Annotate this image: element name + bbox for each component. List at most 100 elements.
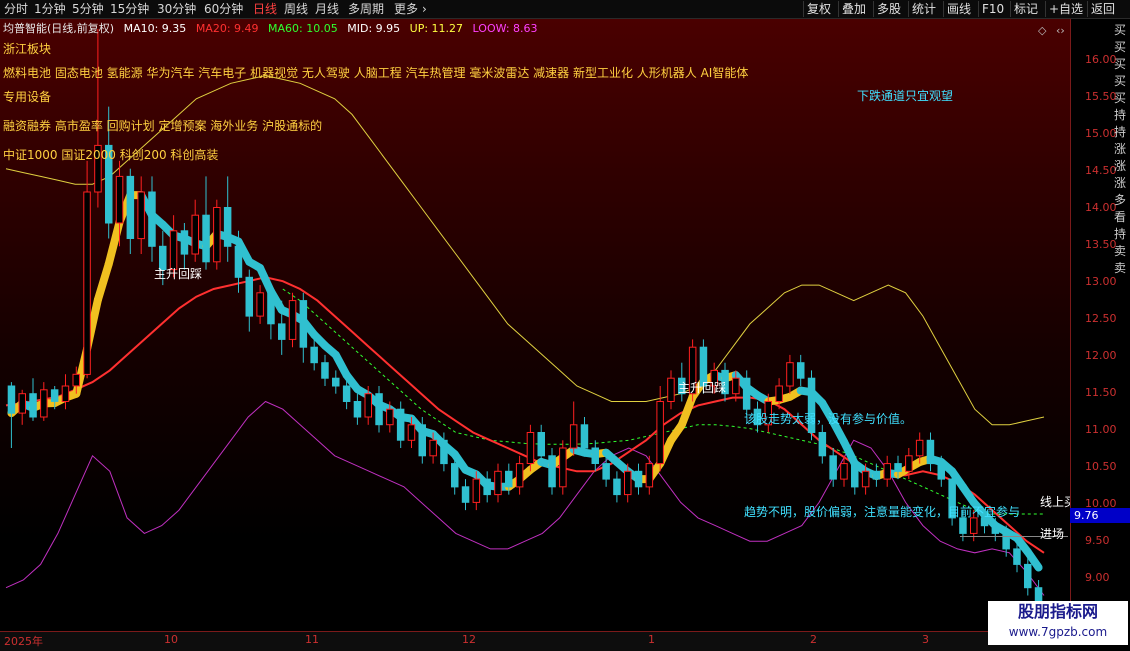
candle-down xyxy=(1014,549,1021,565)
multi-stock-button[interactable]: 多股 xyxy=(873,1,904,17)
candle-down xyxy=(938,464,945,480)
candle-down xyxy=(397,409,404,440)
candle-down xyxy=(614,479,621,495)
candle-down xyxy=(127,176,134,238)
period-multi[interactable]: 多周期 xyxy=(348,1,384,17)
kline-chart[interactable] xyxy=(0,19,1070,631)
trend-ribbon-segment xyxy=(682,397,693,425)
mark-button[interactable]: 标记 xyxy=(1010,1,1041,17)
concept-tags-3: 融资融券 高市盈率 回购计划 定增预案 海外业务 沪股通标的 xyxy=(3,117,322,134)
up-value: UP: 11.27 xyxy=(410,22,463,35)
period-60min[interactable]: 60分钟 xyxy=(204,1,243,17)
add-watchlist-button[interactable]: +自选 xyxy=(1045,1,1086,17)
fuquan-button[interactable]: 复权 xyxy=(803,1,834,17)
period-monthly[interactable]: 月线 xyxy=(315,1,339,17)
candle-down xyxy=(506,471,513,487)
candle-up xyxy=(787,363,794,386)
ma60-value: MA60: 10.05 xyxy=(268,22,338,35)
candle-down xyxy=(549,456,556,487)
price-tick: 15.50 xyxy=(1085,90,1117,103)
scroll-arrows-icon[interactable]: ‹› xyxy=(1056,24,1065,37)
concept-tags-4: 中证1000 国证2000 科创200 科创高装 xyxy=(3,146,218,163)
watermark-url: www.7gpzb.com xyxy=(988,623,1128,641)
candle-down xyxy=(279,324,286,340)
candle-down xyxy=(300,301,307,348)
signal-strip: 买买买买买持持涨涨涨多看持卖卖 xyxy=(1114,22,1130,277)
candle-up xyxy=(906,456,913,472)
period-5min[interactable]: 5分钟 xyxy=(72,1,104,17)
candle-up xyxy=(62,386,68,402)
candle-up xyxy=(733,378,740,394)
candle-up xyxy=(430,440,437,456)
period-weekly[interactable]: 周线 xyxy=(284,1,308,17)
top-toolbar: 分时 1分钟 5分钟 15分钟 30分钟 60分钟 日线 周线 月线 多周期 更… xyxy=(0,0,1130,19)
ma10-value: MA10: 9.35 xyxy=(124,22,187,35)
candle-down xyxy=(224,208,231,247)
price-tick: 11.50 xyxy=(1085,386,1117,399)
kline-chart-area[interactable] xyxy=(0,19,1070,631)
draw-line-button[interactable]: 画线 xyxy=(943,1,974,17)
candle-up xyxy=(116,176,123,223)
candle-down xyxy=(1025,564,1032,587)
candle-down xyxy=(268,293,275,324)
period-1min[interactable]: 1分钟 xyxy=(34,1,66,17)
chevron-right-icon[interactable]: › xyxy=(422,1,427,17)
candle-up xyxy=(527,433,534,464)
candle-up xyxy=(192,215,199,254)
candle-up xyxy=(84,192,91,374)
mid-value: MID: 9.95 xyxy=(347,22,400,35)
weak-stock-note: 该股走势太弱，没有参与价值。 xyxy=(744,410,912,427)
candle-down xyxy=(462,487,469,503)
f10-button[interactable]: F10 xyxy=(978,1,1007,17)
candle-down xyxy=(895,464,902,472)
overlay-button[interactable]: 叠加 xyxy=(838,1,869,17)
candle-down xyxy=(333,378,340,386)
price-tick: 10.50 xyxy=(1085,460,1117,473)
candle-down xyxy=(581,425,588,448)
candle-down xyxy=(743,378,750,409)
candle-up xyxy=(473,479,480,502)
concept-tags-1: 燃料电池 固态电池 氢能源 华为汽车 汽车电子 机器视觉 无人驾驶 人脑工程 汽… xyxy=(3,64,748,81)
candle-down xyxy=(246,277,253,316)
candle-up xyxy=(862,471,869,487)
price-tick: 14.50 xyxy=(1085,164,1117,177)
candle-up xyxy=(138,192,145,239)
candle-up xyxy=(668,378,675,401)
indicator-info-line: 均普智能(日线,前复权) MA10: 9.35 MA20: 9.49 MA60:… xyxy=(3,20,544,36)
period-more[interactable]: 更多 xyxy=(394,1,418,17)
stats-button[interactable]: 统计 xyxy=(908,1,939,17)
date-label: 2025年 xyxy=(4,633,43,649)
pullback-label-2: 主升回踩 xyxy=(678,379,726,396)
candle-down xyxy=(484,479,491,495)
candle-up xyxy=(408,425,415,441)
candle-up xyxy=(257,293,264,316)
concept-tags-2: 专用设备 xyxy=(3,88,51,105)
candle-down xyxy=(852,464,859,487)
period-fenshi[interactable]: 分时 xyxy=(4,1,28,17)
candle-up xyxy=(170,231,177,270)
candle-down xyxy=(181,231,188,254)
candle-up xyxy=(41,390,48,417)
candle-down xyxy=(376,394,383,425)
sector-label: 浙江板块 xyxy=(3,40,51,57)
price-tick: 15.00 xyxy=(1085,127,1117,140)
candle-up xyxy=(884,464,891,480)
candle-down xyxy=(873,471,880,479)
unclear-trend-note: 趋势不明，股价偏弱，注意量能变化，目前不宜参与 xyxy=(744,503,1020,520)
candle-up xyxy=(560,448,567,487)
price-tick: 14.00 xyxy=(1085,201,1117,214)
period-15min[interactable]: 15分钟 xyxy=(110,1,149,17)
date-axis: 2025年 10 11 12 1 2 3 xyxy=(0,631,1070,651)
candle-up xyxy=(971,518,978,534)
back-button[interactable]: 返回 xyxy=(1087,1,1118,17)
candle-down xyxy=(322,363,329,379)
downtrend-note: 下跌通道只宜观望 xyxy=(857,87,953,104)
candle-down xyxy=(51,390,58,402)
candle-down xyxy=(30,394,37,417)
candle-down xyxy=(8,386,15,413)
period-daily[interactable]: 日线 xyxy=(253,1,277,17)
candle-up xyxy=(365,394,372,417)
period-30min[interactable]: 30分钟 xyxy=(157,1,196,17)
candle-up xyxy=(495,471,502,494)
diamond-icon[interactable]: ◇ xyxy=(1038,24,1046,37)
